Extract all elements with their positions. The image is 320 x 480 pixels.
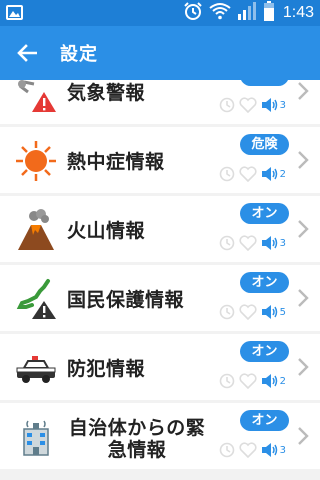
clock-icon [219, 304, 234, 320]
item-meta: 3 [219, 96, 286, 114]
police-car-icon [14, 346, 58, 390]
heart-icon [239, 304, 257, 320]
item-label: 気象警報 [67, 82, 146, 104]
list-item-weather-warning[interactable]: 気象警報 オン 3 [0, 80, 320, 124]
clock-icon [219, 373, 234, 389]
item-meta: 3 [219, 234, 286, 252]
sound-count: 5 [279, 306, 286, 318]
item-label: 防犯情報 [67, 358, 146, 380]
chevron-right-icon [298, 358, 309, 376]
item-label-line-1: 自治体からの緊 [68, 417, 206, 439]
speaker-icon [261, 443, 277, 457]
list-item-crime-prevention[interactable]: 防犯情報 オン 2 [0, 334, 320, 400]
status-badge[interactable]: オン [240, 272, 289, 293]
app-bar: 設定 [0, 26, 320, 80]
image-notification-icon [6, 5, 23, 20]
city-hall-icon [14, 415, 58, 459]
heart-icon [239, 373, 257, 389]
item-meta: 3 [219, 441, 286, 459]
sound-count: 3 [279, 237, 286, 249]
back-button[interactable] [12, 39, 42, 67]
clock-icon [219, 97, 234, 113]
speaker-icon [261, 236, 277, 250]
chevron-right-icon [298, 220, 309, 238]
item-label: 国民保護情報 [67, 289, 185, 311]
chevron-right-icon [298, 151, 309, 169]
clock-icon [219, 166, 234, 182]
status-badge[interactable]: オン [240, 341, 289, 362]
status-badge[interactable]: オン [240, 203, 289, 224]
list-item-civil-protection[interactable]: 国民保護情報 オン 5 [0, 265, 320, 331]
item-label: 熱中症情報 [67, 151, 165, 173]
clock-icon [219, 442, 234, 458]
chevron-right-icon [298, 82, 309, 100]
status-badge[interactable]: オン [240, 410, 289, 431]
sound-count: 3 [279, 99, 286, 111]
item-meta: 5 [219, 303, 286, 321]
heart-icon [239, 97, 257, 113]
settings-list: 気象警報 オン 3 [0, 80, 320, 480]
page-title: 設定 [60, 44, 98, 65]
status-badge[interactable]: オン [240, 80, 289, 86]
heart-icon [239, 166, 257, 182]
signal-icon [237, 2, 257, 24]
list-item-heatstroke[interactable]: 熱中症情報 危険 2 [0, 127, 320, 193]
heart-icon [239, 442, 257, 458]
volcano-icon [14, 208, 58, 252]
item-label-line-2: 急情報 [107, 439, 167, 461]
speaker-icon [261, 98, 277, 112]
sound-count: 2 [279, 168, 286, 180]
chevron-right-icon [298, 289, 309, 307]
clock-icon [219, 235, 234, 251]
list-item-volcano[interactable]: 火山情報 オン 3 [0, 196, 320, 262]
speaker-icon [261, 305, 277, 319]
item-label: 火山情報 [67, 220, 146, 242]
chevron-right-icon [298, 427, 309, 445]
weather-warning-icon [14, 80, 58, 114]
heart-icon [239, 235, 257, 251]
sun-icon [14, 139, 58, 183]
japan-warning-icon [14, 277, 58, 321]
item-meta: 2 [219, 372, 286, 390]
wifi-icon [209, 2, 231, 24]
battery-icon [263, 1, 275, 25]
status-badge[interactable]: 危険 [240, 134, 289, 155]
speaker-icon [261, 374, 277, 388]
back-arrow-icon [17, 44, 37, 62]
speaker-icon [261, 167, 277, 181]
sound-count: 3 [279, 444, 286, 456]
item-label: 自治体からの緊 急情報 [62, 417, 212, 461]
alarm-icon [183, 1, 203, 25]
clock: 1:43 [282, 4, 314, 21]
item-meta: 2 [219, 165, 286, 183]
status-bar: 1:43 [0, 0, 320, 26]
list-item-municipal-emergency[interactable]: 自治体からの緊 急情報 オン 3 [0, 403, 320, 469]
sound-count: 2 [279, 375, 286, 387]
